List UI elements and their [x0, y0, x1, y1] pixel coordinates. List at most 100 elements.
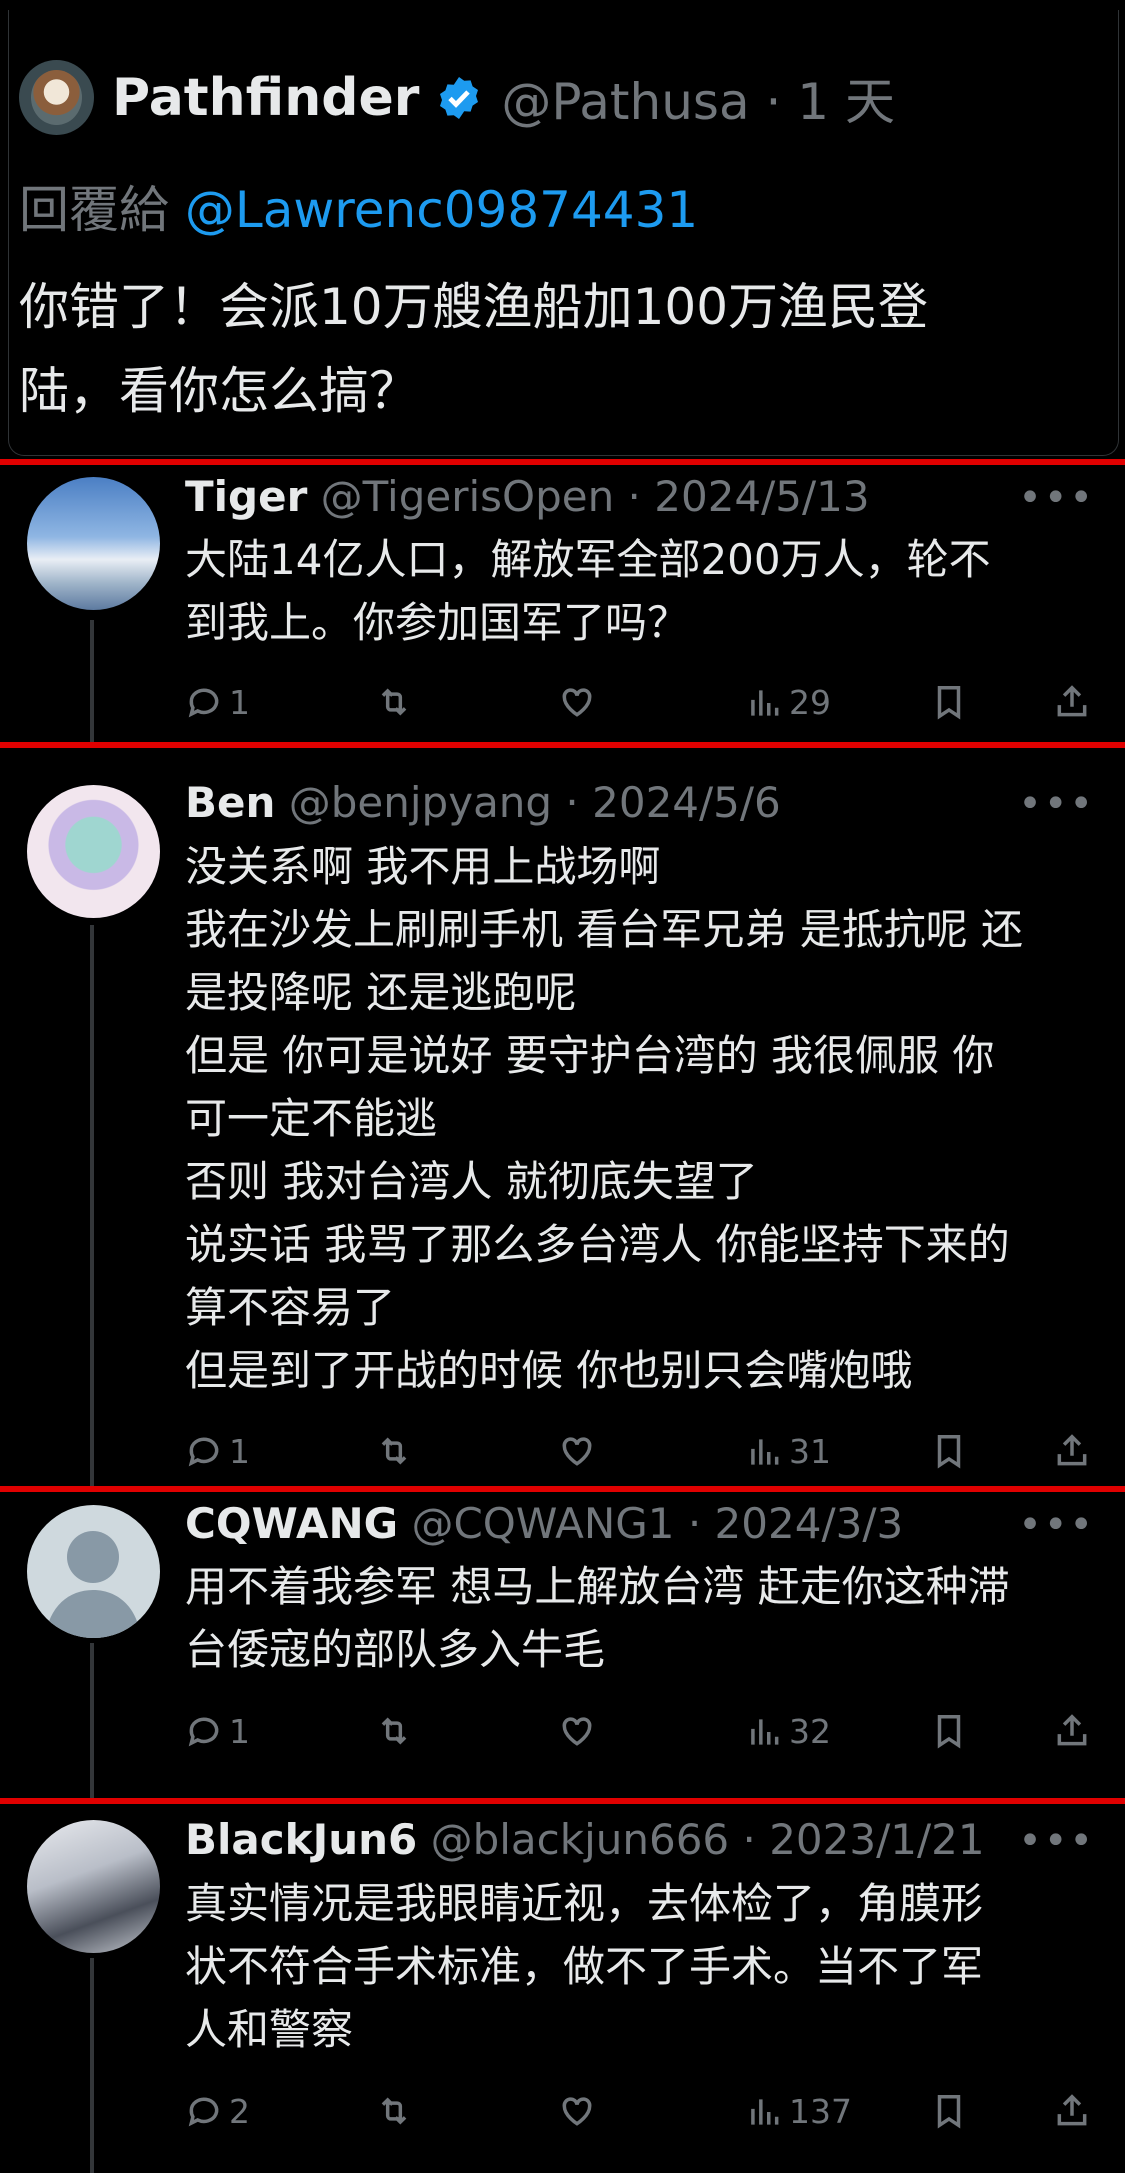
- thread-line: [90, 1643, 94, 1798]
- action-bar: 2 137: [185, 2092, 1090, 2136]
- reply-count: 1: [229, 683, 250, 722]
- text-line: 但是到了开战的时候 你也别只会嘴炮哦: [185, 1346, 913, 1395]
- highlight-line: [0, 742, 1125, 748]
- like-button[interactable]: [558, 1712, 596, 1750]
- reply-text: 没关系啊 我不用上战场啊 我在沙发上刷刷手机 看台军兄弟 是抵抗呢 还 是投降呢…: [185, 835, 1085, 1402]
- thread-line: [90, 620, 94, 742]
- views-button[interactable]: 32: [745, 1712, 831, 1751]
- text-line: 算不容易了: [185, 1283, 396, 1332]
- reply-button[interactable]: 1: [185, 683, 250, 722]
- like-button[interactable]: [558, 2092, 596, 2130]
- views-count: 31: [789, 1432, 831, 1471]
- bookmark-icon: [937, 1715, 961, 1749]
- bookmark-icon: [937, 1435, 961, 1469]
- reply-count: 2: [229, 2092, 250, 2131]
- views-button[interactable]: 29: [745, 683, 831, 722]
- share-button[interactable]: [1053, 2092, 1091, 2130]
- text-line: 没关系啊 我不用上战场啊: [185, 842, 661, 891]
- text-line: 但是 你可是说好 要守护台湾的 我很佩服 你: [185, 1031, 995, 1080]
- reply-prefix: 回覆給: [19, 181, 169, 239]
- share-button[interactable]: [1053, 683, 1091, 721]
- handle-date: @CQWANG1 · 2024/3/3: [411, 1499, 904, 1548]
- main-text-line: 陆，看你怎么搞？: [19, 362, 419, 420]
- bookmark-button[interactable]: [930, 683, 968, 721]
- reply-button[interactable]: 1: [185, 1712, 250, 1751]
- reply-count: 1: [229, 1712, 250, 1751]
- share-button[interactable]: [1053, 1432, 1091, 1470]
- handle-date: @benjpyang · 2024/5/6: [288, 778, 781, 827]
- bookmark-button[interactable]: [930, 1712, 968, 1750]
- retweet-button[interactable]: [375, 1712, 413, 1750]
- reply-text: 用不着我参军 想马上解放台湾 赶走你这种滞 台倭寇的部队多入牛毛: [185, 1555, 1085, 1681]
- avatar[interactable]: [27, 1505, 160, 1638]
- avatar[interactable]: [27, 477, 160, 610]
- share-icon: [1057, 2094, 1087, 2126]
- comment-icon: [188, 1717, 219, 1746]
- heart-icon: [562, 1437, 592, 1466]
- reply-header: CQWANG @CQWANG1 · 2024/3/3: [185, 1499, 903, 1548]
- heart-icon: [562, 2097, 592, 2126]
- text-line: 台倭寇的部队多入牛毛: [185, 1625, 606, 1674]
- reply-button[interactable]: 2: [185, 2092, 250, 2131]
- handle-time: @Pathusa · 1 天: [501, 72, 895, 131]
- more-options-icon[interactable]: •••: [1018, 1818, 1095, 1864]
- views-button[interactable]: 31: [745, 1432, 831, 1471]
- text-line: 真实情况是我眼睛近视，去体检了，角膜形: [185, 1879, 984, 1928]
- display-name[interactable]: BlackJun6: [185, 1815, 417, 1864]
- highlight-line: [0, 459, 1125, 465]
- action-bar: 1 31: [185, 1432, 1090, 1476]
- display-name[interactable]: Tiger: [185, 472, 307, 521]
- avatar[interactable]: [19, 60, 94, 135]
- retweet-button[interactable]: [375, 683, 413, 721]
- share-icon: [1057, 685, 1087, 717]
- avatar[interactable]: [27, 1820, 160, 1953]
- more-options-icon[interactable]: •••: [1018, 781, 1095, 827]
- reply-header: BlackJun6 @blackjun666 · 2023/1/21: [185, 1815, 985, 1864]
- reply-mention-link[interactable]: @Lawrenc09874431: [185, 181, 698, 239]
- views-icon: [751, 689, 779, 716]
- thread-line: [90, 1958, 94, 2173]
- highlight-line: [0, 1798, 1125, 1804]
- text-line: 大陆14亿人口，解放军全部200万人，轮不: [185, 535, 991, 584]
- text-line: 状不符合手术标准，做不了手术。当不了军: [185, 1942, 984, 1991]
- retweet-button[interactable]: [375, 1432, 413, 1470]
- handle-date: @blackjun666 · 2023/1/21: [430, 1815, 985, 1864]
- views-icon: [751, 1718, 779, 1745]
- text-line: 到我上。你参加国军了吗？: [185, 598, 690, 647]
- main-tweet-card[interactable]: Pathfinder @Pathusa · 1 天 回覆給 @Lawrenc09…: [8, 10, 1119, 456]
- more-options-icon[interactable]: •••: [1018, 1502, 1095, 1548]
- text-line: 是投降呢 还是逃跑呢: [185, 968, 577, 1017]
- more-options-icon[interactable]: •••: [1018, 475, 1095, 521]
- comment-icon: [188, 1437, 219, 1466]
- retweet-icon: [381, 2097, 407, 2125]
- heart-icon: [562, 1717, 592, 1746]
- views-button[interactable]: 137: [745, 2092, 852, 2131]
- main-tweet-text: 你错了！会派10万艘渔船加100万渔民登 陆，看你怎么搞？: [19, 265, 1079, 433]
- verified-badge-icon: [440, 76, 479, 119]
- heart-icon: [562, 688, 592, 717]
- retweet-icon: [381, 1717, 407, 1745]
- display-name[interactable]: CQWANG: [185, 1499, 398, 1548]
- bookmark-button[interactable]: [930, 1432, 968, 1470]
- highlight-line: [0, 1486, 1125, 1492]
- like-button[interactable]: [558, 683, 596, 721]
- avatar[interactable]: [27, 785, 160, 918]
- text-line: 用不着我参军 想马上解放台湾 赶走你这种滞: [185, 1562, 1010, 1611]
- display-name[interactable]: Ben: [185, 778, 275, 827]
- views-count: 32: [789, 1712, 831, 1751]
- retweet-button[interactable]: [375, 2092, 413, 2130]
- text-line: 我在沙发上刷刷手机 看台军兄弟 是抵抗呢 还: [185, 905, 1024, 954]
- thread-line: [90, 925, 94, 1486]
- comment-icon: [188, 2097, 219, 2126]
- text-line: 否则 我对台湾人 就彻底失望了: [185, 1157, 758, 1206]
- bookmark-button[interactable]: [930, 2092, 968, 2130]
- comment-icon: [188, 688, 219, 717]
- views-icon: [751, 1438, 779, 1465]
- action-bar: 1 29: [185, 683, 1090, 727]
- share-button[interactable]: [1053, 1712, 1091, 1750]
- share-icon: [1057, 1434, 1087, 1466]
- text-line: 人和警察: [185, 2005, 354, 2054]
- reply-button[interactable]: 1: [185, 1432, 250, 1471]
- like-button[interactable]: [558, 1432, 596, 1470]
- display-name[interactable]: Pathfinder: [112, 68, 419, 128]
